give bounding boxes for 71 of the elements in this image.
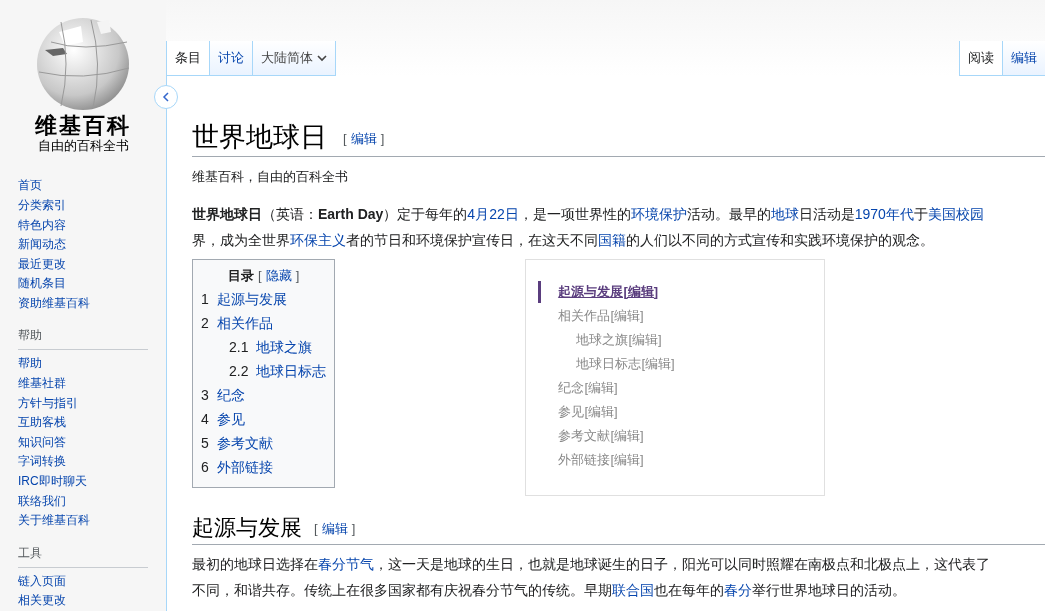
link[interactable]: 春分节气 (318, 555, 374, 572)
bracket-text: [ (314, 519, 318, 538)
toc-link[interactable]: 2.1 地球之旗 (201, 335, 327, 359)
tab[interactable]: 阅读 (959, 41, 1002, 75)
sidebar-link[interactable]: 关于维基百科 (18, 511, 166, 531)
link[interactable]: 环保主义 (290, 231, 346, 248)
sidebar-heading: 帮助 (18, 325, 148, 351)
sidebar-link[interactable]: 资助维基百科 (18, 293, 166, 314)
sidebar-link[interactable]: 新闻动态 (18, 235, 166, 255)
link[interactable]: 地球 (770, 205, 799, 222)
sidebar-link[interactable]: 字词转换 (18, 452, 166, 473)
chevron-left-icon (162, 92, 170, 102)
sidebar-link[interactable]: 随机条目 (18, 274, 166, 294)
sidebar-link[interactable]: 知识问答 (18, 432, 166, 453)
toc-link[interactable]: 2 相关作品 (201, 311, 327, 335)
hide-link[interactable]: 隐藏 (265, 265, 292, 285)
sidebar-link[interactable]: 最近更改 (18, 254, 166, 275)
sidebar-link[interactable]: 首页 (18, 176, 166, 196)
outline-link[interactable]: 参见[编辑] (558, 399, 618, 424)
sidebar-link[interactable]: 帮助 (18, 354, 166, 375)
sidebar-link[interactable]: 特色内容 (18, 215, 166, 236)
sidebar-link[interactable]: 分类索引 (18, 195, 166, 216)
edit-link[interactable]: 编辑 (321, 518, 348, 538)
toc-link[interactable]: 3 纪念 (201, 383, 327, 407)
link[interactable]: 联合国 (612, 581, 654, 598)
sidebar-link[interactable]: 联络我们 (18, 491, 166, 512)
section-heading: 起源与发展 (192, 513, 302, 542)
sidebar-link[interactable]: 链入页面 (18, 571, 166, 592)
logo-subtitle: 自由的百科全书 (37, 138, 129, 154)
outline-link[interactable]: 参考文献[编辑] (558, 423, 644, 448)
toc-link[interactable]: 1 起源与发展 (201, 287, 327, 311)
sidebar-link[interactable]: IRC即时聊天 (18, 472, 166, 492)
outline-link[interactable]: 地球之旗[编辑] (558, 327, 662, 352)
bracket-text: ] (351, 519, 356, 538)
sidebar-link[interactable]: 方针与指引 (18, 393, 166, 414)
page-title: 世界地球日 (192, 120, 327, 154)
variant-dropdown[interactable]: 大陆简体 (252, 41, 336, 75)
toc-link[interactable]: 6 外部链接 (201, 455, 327, 479)
link[interactable]: 国籍 (598, 231, 626, 248)
sidebar-heading: 工具 (18, 542, 148, 568)
toc-link[interactable]: 5 参考文献 (201, 431, 327, 455)
outline-link[interactable]: 起源与发展[编辑] (558, 279, 659, 304)
intro-paragraph: 世界地球日（英语：Earth Day）定于每年的4月22日，是一项世界性的环境保护活动。最早的地球日活动是1970年代于美国校园 界，成为全世界环保主义者的节日和环境保护宣传日，在这天不同国籍的人们以不同的方式宣传和实践环境保护的观念。 (192, 204, 985, 250)
outline-link[interactable]: 地球日标志[编辑] (558, 351, 675, 376)
collapse-sidebar-button[interactable] (154, 85, 178, 109)
bracket-text: ] (380, 130, 385, 148)
outline-link[interactable]: 纪念[编辑] (558, 375, 618, 400)
link[interactable]: 美国校园 (927, 205, 984, 222)
bracket-text: [ (343, 130, 347, 148)
sidebar-link[interactable]: 互助客栈 (18, 413, 166, 433)
tab[interactable]: 讨论 (209, 41, 252, 75)
tagline: 维基百科，自由的百科全书 (192, 168, 349, 186)
bracket-text: [ (258, 266, 262, 285)
tab[interactable]: 编辑 (1002, 41, 1045, 75)
toc-link[interactable]: 2.2 地球日标志 (201, 359, 327, 383)
outline-link[interactable]: 相关作品[编辑] (558, 303, 644, 328)
sidebar-link[interactable]: 相关更改 (18, 591, 166, 611)
link[interactable]: 1970年代 (854, 205, 914, 222)
link[interactable]: 环境保护 (630, 205, 687, 222)
link[interactable]: 4月22日 (467, 205, 519, 222)
logo-title: 维基百科 (35, 112, 131, 138)
link[interactable]: 春分 (724, 581, 752, 598)
section-paragraph: 最初的地球日选择在春分节气，这一天是地球的生日，也就是地球诞生的日子，阳光可以同时照耀在南极点和北极点上，这代表了 不同，和谐共存。传统上在很多国家都有庆祝春分节气的传统。早期联合国也在每年的春分举行世界地球日的活动。 (192, 554, 991, 600)
edit-link[interactable]: 编辑 (350, 129, 377, 149)
toc-title: 目录 (228, 266, 255, 285)
outline-link[interactable]: 外部链接[编辑] (558, 447, 644, 472)
bracket-text: ] (295, 266, 300, 285)
tab[interactable]: 条目 (166, 41, 209, 75)
toc-link[interactable]: 4 参见 (201, 407, 327, 431)
sidebar-link[interactable]: 维基社群 (18, 374, 166, 394)
chevron-down-icon (317, 54, 327, 62)
